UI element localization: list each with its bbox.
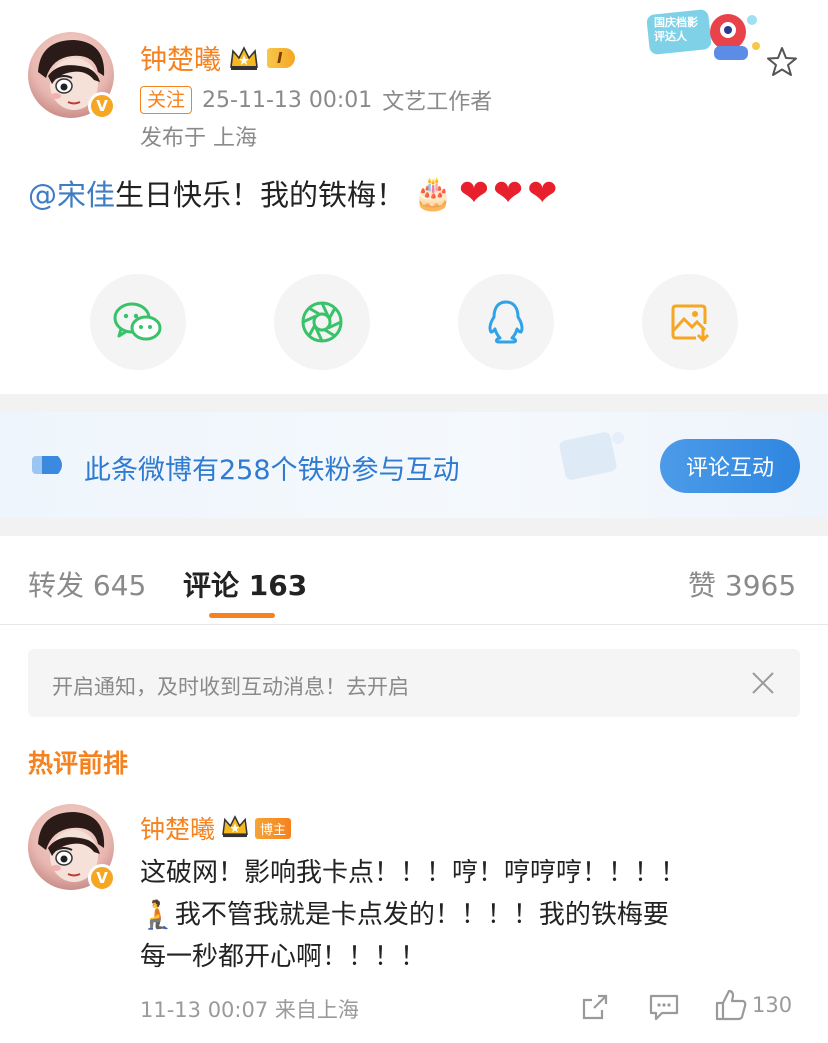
author-avatar[interactable]: V (28, 32, 116, 120)
post-text: 生日快乐！我的铁梅！ (115, 178, 406, 212)
share-comment-icon[interactable] (580, 992, 610, 1026)
share-moments-button[interactable] (274, 274, 370, 370)
banner-decoration-icon (559, 432, 624, 480)
comment-text: 这破网！影响我卡点！！！哼！哼哼哼！！！！ 🧎 我不管我就是卡点发的！！！！我的… (140, 852, 800, 978)
fans-banner-text: 此条微博有258个铁粉参与互动 (84, 455, 460, 486)
kneel-emoji: 🧎 (140, 898, 175, 931)
tab-comments[interactable]: 评论 163 (183, 564, 307, 604)
level-badge: I (267, 47, 295, 68)
heart-emoji: ❤❤❤ (458, 172, 562, 214)
tab-repost[interactable]: 转发 645 (28, 564, 146, 604)
qq-icon (488, 300, 524, 344)
thumbs-up-icon (715, 989, 747, 1021)
like-count: 130 (752, 993, 793, 1017)
verified-badge-icon: V (88, 864, 116, 892)
commenter-name[interactable]: 钟楚曦 (140, 810, 215, 846)
notification-prompt-text[interactable]: 开启通知，及时收到互动消息！去开启 (52, 671, 409, 701)
section-gap (0, 518, 828, 536)
follow-button[interactable]: 关注 (140, 86, 193, 114)
fans-banner-icon (30, 452, 68, 482)
post-timestamp: 25-11-13 00:01 (202, 87, 373, 113)
wechat-icon (113, 302, 162, 341)
author-title: 文艺工作者 (382, 90, 493, 115)
share-qq-button[interactable] (458, 274, 554, 370)
author-role-badge: 博主 (255, 817, 292, 839)
tab-likes[interactable]: 赞 3965 (688, 564, 796, 604)
active-tab-indicator (209, 613, 275, 618)
level-crown-icon (229, 45, 259, 71)
cake-emoji: 🎂 (413, 174, 453, 212)
comment-line-2: 我不管我就是卡点发的！！！！我的铁梅要 (174, 900, 669, 930)
mention-link[interactable]: @宋佳 (28, 172, 115, 214)
moments-icon (301, 301, 343, 343)
verified-badge-icon: V (88, 92, 116, 120)
post-content: @宋佳 生日快乐！我的铁梅！ 🎂 ❤❤❤ (28, 172, 561, 214)
save-image-icon (671, 304, 710, 343)
post-location: 发布于 上海 (140, 126, 257, 151)
comment-interact-button[interactable]: 评论互动 (660, 439, 800, 493)
tabs-divider (0, 624, 828, 625)
comment-line-3: 每一秒都开心啊！！！！ (140, 942, 427, 972)
hot-comments-title: 热评前排 (28, 749, 129, 778)
author-name[interactable]: 钟楚曦 (140, 38, 221, 77)
commenter-crown-icon (221, 814, 249, 842)
favorite-star-icon[interactable] (766, 46, 798, 82)
commenter-avatar[interactable]: V (28, 804, 116, 892)
comment-line-1: 这破网！影响我卡点！！！哼！哼哼哼！！！！ (140, 858, 687, 888)
decoration-badge-text: 国庆档影评达人 (654, 16, 698, 43)
save-image-button[interactable] (642, 274, 738, 370)
reply-comment-icon[interactable] (648, 992, 680, 1026)
close-icon[interactable] (750, 670, 776, 700)
share-wechat-button[interactable] (90, 274, 186, 370)
section-gap (0, 394, 828, 412)
decoration-badge[interactable]: 国庆档影评达人 (644, 6, 764, 68)
like-comment-button[interactable]: 130 (714, 988, 792, 1022)
comment-meta: 11-13 00:07 来自上海 (140, 998, 359, 1022)
